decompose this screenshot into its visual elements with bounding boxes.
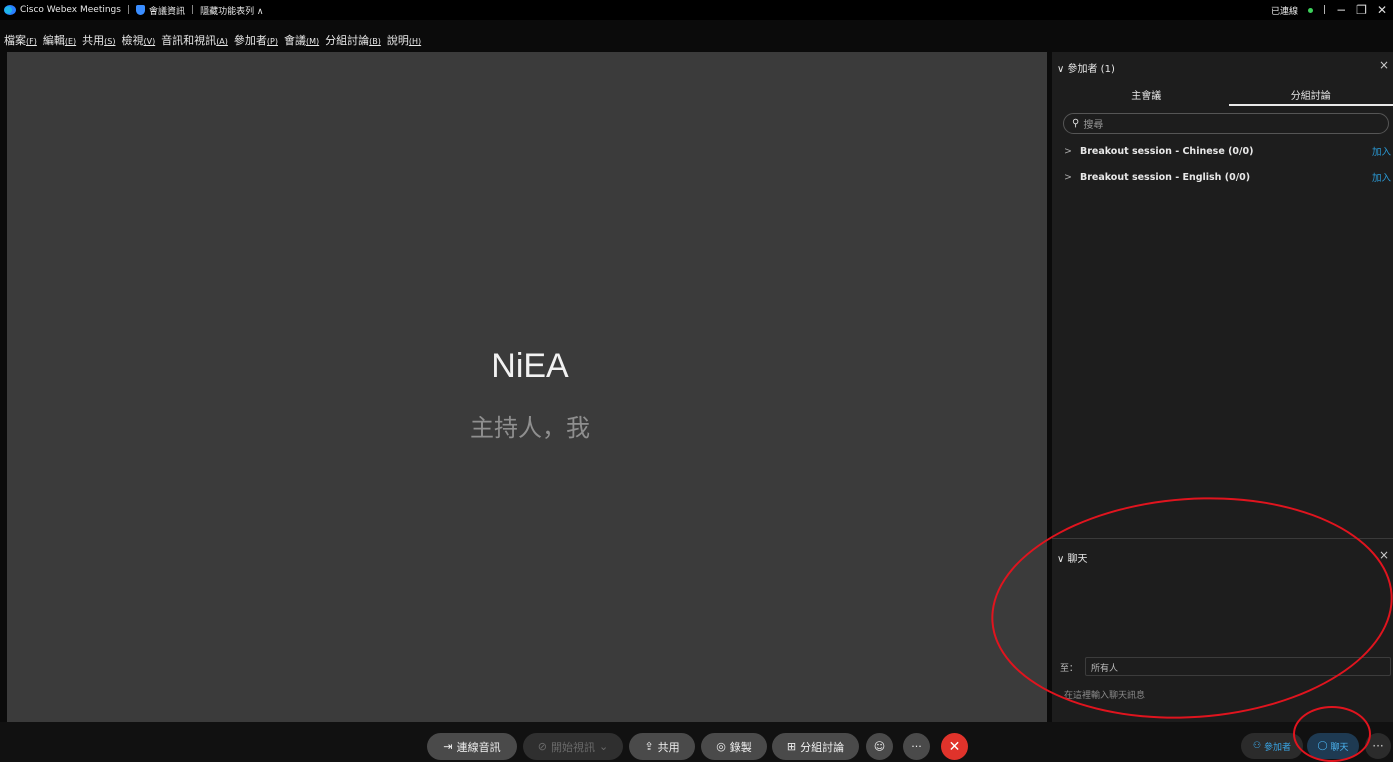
menu-share[interactable]: 共用(S) (82, 32, 115, 48)
video-off-icon: ⊘ (537, 740, 547, 753)
start-video-button[interactable]: ⊘ 開始視訊 ⌄ (523, 733, 623, 760)
chevron-right-icon[interactable]: > (1064, 172, 1072, 183)
participants-tabs: 主會議 分組討論 (1064, 84, 1393, 106)
title-separator: | (1323, 5, 1327, 15)
menu-view[interactable]: 檢視(V) (121, 32, 155, 48)
participants-header[interactable]: ∨ 參加者 (1) (1057, 60, 1115, 75)
app-name: Cisco Webex Meetings (20, 5, 121, 15)
webex-logo-icon (4, 5, 16, 15)
connection-status: 已連線 (1271, 6, 1299, 17)
breakout-icon: ⊞ (786, 740, 797, 753)
host-role: 主持人，我 (470, 414, 590, 442)
share-button[interactable]: ⇪ 共用 (629, 733, 695, 760)
chevron-down-icon[interactable]: ⌄ (599, 740, 608, 753)
menu-meeting[interactable]: 會議(M) (284, 32, 319, 48)
menu-edit[interactable]: 編輯(E) (43, 32, 76, 48)
menu-file[interactable]: 檔案(F) (4, 32, 37, 48)
connected-dot-icon (1308, 7, 1314, 13)
annotation-ellipse-chat-button (1293, 706, 1371, 762)
more-options-button[interactable]: ··· (903, 733, 930, 760)
menu-audio-video[interactable]: 音訊和視訊(A) (161, 32, 228, 48)
audio-connect-icon: ⇥ (443, 740, 453, 753)
breakout-session-row[interactable]: > Breakout session - English (0/0) 加入 (1064, 169, 1393, 185)
meeting-info-icon[interactable] (136, 5, 145, 15)
tab-main-meeting[interactable]: 主會議 (1064, 84, 1229, 106)
chevron-right-icon[interactable]: > (1064, 146, 1072, 157)
close-window-button[interactable]: ✕ (1377, 3, 1387, 17)
join-button[interactable]: 加入 (1372, 144, 1391, 158)
control-bar (0, 722, 1393, 762)
host-name: NiEA (491, 347, 569, 385)
title-separator: | (126, 5, 130, 15)
search-placeholder: 搜尋 (1083, 120, 1104, 131)
menu-breakout[interactable]: 分組討論(B) (325, 32, 381, 48)
ellipsis-icon: ··· (1372, 739, 1384, 753)
ellipsis-icon: ··· (911, 740, 922, 753)
close-participants-button[interactable]: × (1379, 58, 1389, 72)
reactions-button[interactable]: ☺ (866, 733, 893, 760)
breakout-session-row[interactable]: > Breakout session - Chinese (0/0) 加入 (1064, 143, 1393, 159)
join-button[interactable]: 加入 (1372, 170, 1391, 184)
close-icon: ✕ (948, 738, 961, 755)
minimize-button[interactable]: − (1336, 3, 1346, 17)
menu-participants[interactable]: 參加者(P) (234, 32, 278, 48)
smiley-icon: ☺ (873, 740, 886, 753)
hide-menu-toggle[interactable]: 隱藏功能表列 ∧ (200, 4, 263, 17)
search-input[interactable]: ⚲ 搜尋 (1063, 113, 1389, 134)
meeting-info-link[interactable]: 會議資訊 (149, 4, 185, 17)
connect-audio-button[interactable]: ⇥ 連線音訊 (427, 733, 517, 760)
title-separator: | (191, 5, 195, 15)
session-name: Breakout session - English (0/0) (1079, 171, 1251, 183)
tab-breakout[interactable]: 分組討論 (1228, 84, 1393, 106)
menu-help[interactable]: 說明(H) (387, 32, 421, 48)
record-icon: ◎ (716, 740, 726, 753)
person-icon: ⚇ (1252, 741, 1262, 751)
search-icon: ⚲ (1072, 118, 1080, 129)
session-name: Breakout session - Chinese (0/0) (1079, 145, 1254, 157)
share-icon: ⇪ (644, 740, 654, 753)
title-bar: Cisco Webex Meetings | 會議資訊 | 隱藏功能表列 ∧ 已… (0, 0, 1393, 20)
menu-bar: 檔案(F) 編輯(E) 共用(S) 檢視(V) 音訊和視訊(A) 參加者(P) … (0, 30, 1393, 50)
end-meeting-button[interactable]: ✕ (941, 733, 968, 760)
video-stage (7, 52, 1047, 722)
record-button[interactable]: ◎ 錄製 (701, 733, 767, 760)
restore-button[interactable]: ❐ (1356, 3, 1367, 17)
breakout-button[interactable]: ⊞ 分組討論 (772, 733, 859, 760)
